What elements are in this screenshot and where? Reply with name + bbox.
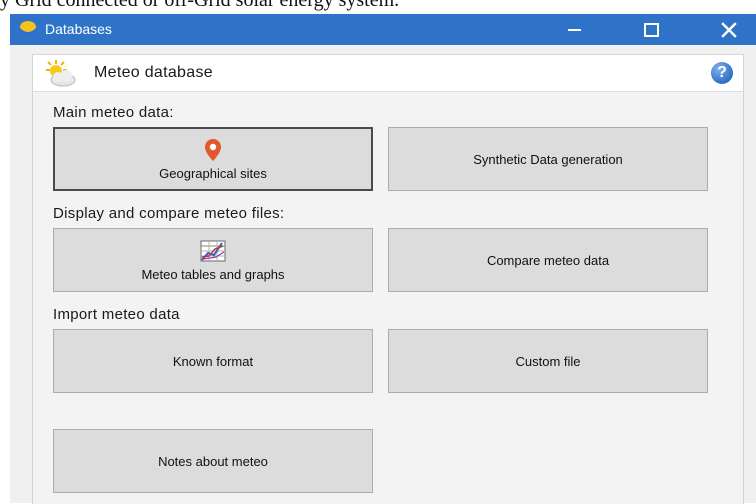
notes-about-meteo-label: Notes about meteo [158, 453, 268, 469]
notes-about-meteo-button[interactable]: Notes about meteo [53, 429, 373, 493]
compare-meteo-data-label: Compare meteo data [486, 252, 610, 268]
sun-cloud-icon [46, 60, 76, 87]
panel-header: Meteo database ? [33, 55, 743, 92]
section-main-label: Main meteo data: [53, 104, 174, 121]
synthetic-data-generation-button[interactable]: Synthetic Data generation [388, 127, 708, 191]
background-caption: y Grid connected or off-Grid solar energ… [0, 0, 756, 14]
custom-file-button[interactable]: Custom file [388, 329, 708, 393]
known-format-label: Known format [172, 353, 254, 369]
close-button[interactable] [706, 14, 752, 45]
databases-window: Databases Meteo database ? Main meteo da… [10, 14, 756, 504]
meteo-panel: Meteo database ? Main meteo data: Geogra… [32, 54, 744, 504]
section-import-label: Import meteo data [53, 306, 180, 323]
help-icon[interactable]: ? [711, 62, 733, 84]
minimize-icon [567, 28, 581, 31]
title-bar[interactable]: Databases [10, 14, 756, 45]
maximize-button[interactable] [628, 14, 674, 45]
app-logo-icon [20, 21, 36, 35]
close-icon [721, 21, 737, 38]
compare-meteo-data-button[interactable]: Compare meteo data [388, 228, 708, 292]
geographical-sites-button[interactable]: Geographical sites [53, 127, 373, 191]
table-graph-icon [200, 240, 226, 261]
meteo-tables-graphs-button[interactable]: Meteo tables and graphs [53, 228, 373, 292]
meteo-tables-graphs-label: Meteo tables and graphs [141, 266, 285, 282]
geographical-sites-label: Geographical sites [159, 165, 267, 181]
section-display-label: Display and compare meteo files: [53, 205, 285, 222]
known-format-button[interactable]: Known format [53, 329, 373, 393]
window-title: Databases [45, 21, 112, 37]
synthetic-data-generation-label: Synthetic Data generation [473, 151, 623, 167]
panel-title: Meteo database [94, 64, 213, 81]
custom-file-label: Custom file [515, 353, 581, 369]
maximize-icon [643, 22, 659, 37]
caption-text: y Grid connected or off-Grid solar energ… [0, 0, 400, 11]
minimize-button[interactable] [551, 14, 597, 45]
map-pin-icon [205, 138, 221, 161]
